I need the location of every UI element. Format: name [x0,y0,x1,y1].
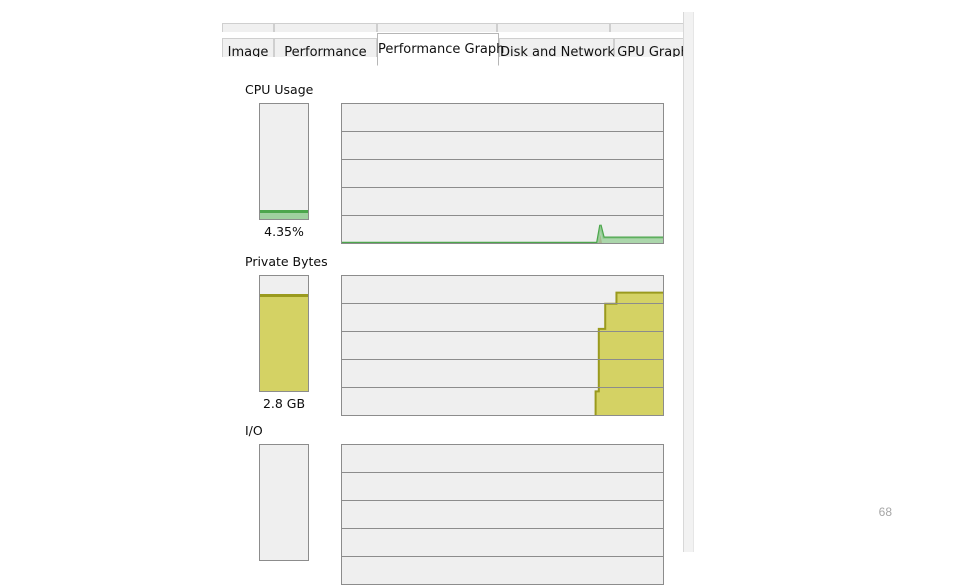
upper-tab-5[interactable] [610,23,684,32]
cpu-usage-sparkline [342,104,663,243]
process-properties-dialog: Image Performance Performance Graph Disk… [222,12,694,585]
private-bytes-gauge-fill [260,294,308,391]
pb-gridline-1 [342,303,663,304]
private-bytes-value: 2.8 GB [262,396,306,411]
cpu-usage-label: CPU Usage [245,82,314,97]
cpu-usage-gauge-fill [260,210,308,219]
upper-tab-2[interactable] [274,23,377,32]
tabstrip-upper-partial [222,12,684,32]
pb-gridline-4 [342,387,663,388]
cpu-total-area [342,224,663,243]
private-bytes-label: Private Bytes [245,254,328,269]
io-gauge [259,444,309,561]
tab-performance-graph[interactable]: Performance Graph [377,33,504,66]
upper-tab-1[interactable] [222,23,274,32]
io-graph[interactable] [341,444,664,585]
pb-gridline-3 [342,359,663,360]
private-bytes-plot [342,276,663,415]
io-sparkline [342,445,663,584]
private-bytes-graph[interactable] [341,275,664,416]
window-right-edge [683,12,694,552]
upper-tab-3[interactable] [377,23,497,32]
private-bytes-sparkline [342,276,663,415]
pb-gridline-2 [342,331,663,332]
io-label: I/O [245,423,263,438]
tabstrip: Image Performance Performance Graph Disk… [222,32,692,66]
cpu-usage-graph[interactable] [341,103,664,244]
private-bytes-gauge [259,275,309,392]
performance-graph-tabpage: CPU Usage 4.35% Private Bytes 2.8 GB I/O [222,57,684,585]
cpu-usage-plot [342,104,663,243]
upper-tab-4[interactable] [497,23,610,32]
cpu-usage-gauge [259,103,309,220]
cpu-usage-value: 4.35% [264,224,304,239]
io-plot [342,445,663,584]
slide-page-number: 68 [878,505,892,519]
